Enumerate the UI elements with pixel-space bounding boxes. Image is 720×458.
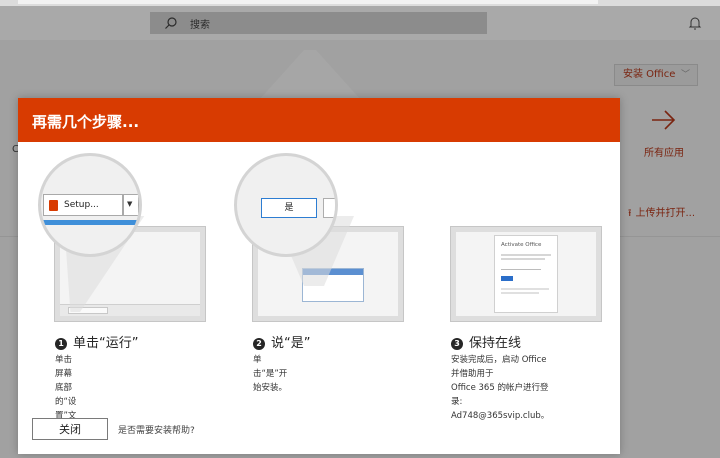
no-button-mock (323, 198, 335, 218)
activate-text-line (501, 288, 549, 290)
step-2-description: 单击“是”开始安装。 (253, 353, 287, 395)
step-1-number: 1 (55, 338, 67, 350)
step-2-desc-text: 单击“是”开始安装。 (253, 355, 288, 393)
upload-open-label: 上传并打开... (635, 208, 696, 219)
step-3-desc-line: Office 365 的帐户进行登录: (451, 383, 549, 407)
activate-text-line (501, 254, 551, 256)
step-3-heading: 3 保持在线 (451, 332, 521, 351)
activate-input (501, 266, 541, 270)
step-2-number: 2 (253, 338, 265, 350)
dialog-title: 再需几个步骤... (32, 113, 140, 131)
top-strip-bar (18, 0, 598, 4)
install-office-button[interactable]: 安装 Office ﹀ (614, 64, 698, 86)
step-2-heading: 2 说“是” (253, 332, 310, 351)
all-apps-link[interactable]: 所有应用 (644, 144, 684, 159)
step-2-magnifier: 是 (234, 153, 338, 257)
setup-menu-arrow: ▼ (123, 194, 139, 216)
activate-next-button (501, 276, 513, 281)
step-3-number: 3 (451, 338, 463, 350)
install-help-link[interactable]: 是否需要安装帮助? (118, 423, 195, 436)
step-1-heading: 1 单击“运行” (55, 332, 138, 351)
setup-download-chip: Setup... (43, 194, 123, 216)
yes-label: 是 (284, 203, 294, 213)
office-logo-icon (49, 200, 58, 211)
activate-text-line (501, 292, 539, 294)
app-bar: 搜索 (0, 6, 720, 40)
yes-button-mock: 是 (261, 198, 317, 218)
step-3-description: 安装完成后，启动 Office 并借助用于 Office 365 的帐户进行登录… (451, 353, 549, 423)
activate-window: Activate Office (494, 235, 558, 313)
step-3-title: 保持在线 (469, 336, 522, 351)
upload-arrow-icon: ⭱ (628, 208, 632, 219)
setup-label: Setup... (64, 200, 99, 210)
step-1-blue-strip (41, 220, 139, 225)
step-3-desc-line: 安装完成后，启动 Office 并借助用于 (451, 355, 547, 379)
step-3-screen: Activate Office (456, 232, 596, 316)
step-2-title: 说“是” (271, 336, 311, 351)
dialog-header: 再需几个步骤... (18, 98, 620, 142)
install-dialog: 再需几个步骤... Setup... ▼ 1 单击“运行” 单击屏幕底部的“设置”… (18, 98, 620, 454)
step-3-desc-line: Ad748@365svip.club。 (451, 411, 550, 421)
search-icon (165, 17, 177, 29)
activate-text-line (501, 258, 545, 260)
activate-window-title: Activate Office (501, 242, 542, 248)
bell-icon[interactable] (688, 15, 702, 31)
close-button[interactable]: 关闭 (32, 418, 108, 440)
arrow-right-icon[interactable] (650, 108, 678, 132)
search-placeholder: 搜索 (190, 20, 210, 31)
step-1-title: 单击“运行” (73, 336, 139, 351)
step-3-illustration: Activate Office (450, 226, 602, 322)
caret-down-icon: ▼ (127, 200, 133, 208)
chevron-down-icon: ﹀ (680, 70, 690, 80)
install-office-label: 安装 Office (623, 69, 676, 80)
upload-open-link[interactable]: ⭱ 上传并打开... (628, 204, 695, 223)
search-box[interactable]: 搜索 (150, 12, 487, 34)
step-1-magnifier: Setup... ▼ (38, 153, 142, 257)
